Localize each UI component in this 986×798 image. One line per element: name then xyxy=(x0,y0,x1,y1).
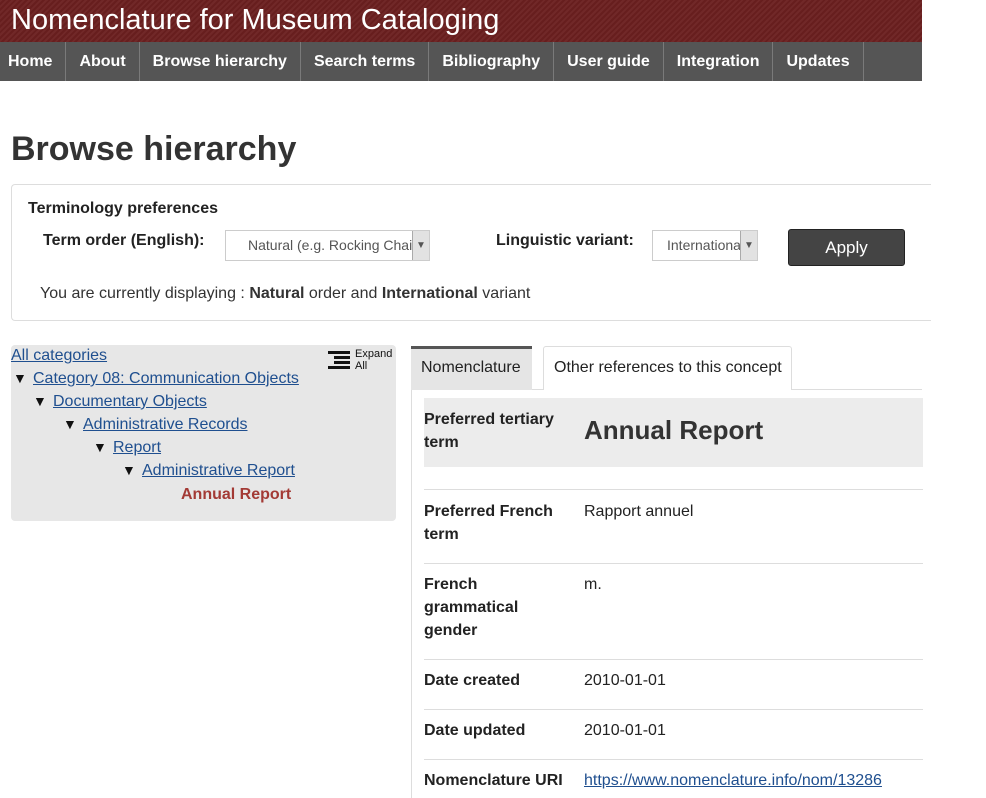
all-categories-link[interactable]: All categories xyxy=(11,347,107,364)
triangle-down-icon[interactable]: ▼ xyxy=(122,462,142,478)
expand-all-label: Expand All xyxy=(355,348,393,372)
nav-about[interactable]: About xyxy=(66,42,140,81)
detail-value: Rapport annuel xyxy=(584,503,694,520)
detail-row-preferred-french-term: Preferred French term Rapport annuel xyxy=(424,500,923,552)
detail-key: Preferred tertiary term xyxy=(424,411,554,451)
tab-nomenclature[interactable]: Nomenclature xyxy=(411,346,532,390)
apply-button[interactable]: Apply xyxy=(788,229,905,266)
detail-row-date-updated: Date updated 2010-01-01 xyxy=(424,719,923,749)
linguistic-variant-value: International xyxy=(667,237,742,253)
row-divider xyxy=(424,759,923,760)
chevron-down-icon: ▼ xyxy=(412,231,429,260)
site-banner: Nomenclature for Museum Cataloging xyxy=(0,0,922,42)
tab-other-references[interactable]: Other references to this concept xyxy=(543,346,792,390)
status-middle: order and xyxy=(304,285,382,302)
preferences-heading: Terminology preferences xyxy=(28,200,218,217)
triangle-down-icon[interactable]: ▼ xyxy=(13,370,33,386)
term-details-panel: Preferred tertiary term Annual Report Pr… xyxy=(411,390,923,798)
detail-row-french-grammatical-gender: French grammatical gender m. xyxy=(424,573,923,648)
status-variant: International xyxy=(381,285,478,302)
detail-value-term-name: Annual Report xyxy=(584,415,764,445)
expand-all-button[interactable]: Expand All xyxy=(328,348,398,372)
main-nav: Home About Browse hierarchy Search terms… xyxy=(0,42,922,81)
detail-key: Date updated xyxy=(424,722,526,739)
triangle-down-icon[interactable]: ▼ xyxy=(93,439,113,455)
site-title[interactable]: Nomenclature for Museum Cataloging xyxy=(11,4,499,37)
hierarchy-tree: Expand All All categories ▼ Category 08: C… xyxy=(11,345,396,521)
administrative-records-link[interactable]: Administrative Records xyxy=(83,416,248,433)
detail-key: Date created xyxy=(424,672,521,689)
list-expand-icon xyxy=(328,351,350,369)
documentary-objects-link[interactable]: Documentary Objects xyxy=(53,393,207,410)
status-order: Natural xyxy=(249,285,305,302)
detail-key: French grammatical gender xyxy=(424,576,519,639)
detail-row-nomenclature-uri: Nomenclature URI https://www.nomenclatur… xyxy=(424,769,923,797)
nav-updates[interactable]: Updates xyxy=(773,42,864,81)
category-link[interactable]: Category 08: Communication Objects xyxy=(33,370,299,387)
detail-key: Preferred French term xyxy=(424,503,553,543)
status-suffix: variant xyxy=(477,285,531,302)
chevron-down-icon: ▼ xyxy=(740,231,757,260)
tree-item-administrative-report: ▼ Administrative Report xyxy=(122,462,295,480)
triangle-down-icon[interactable]: ▼ xyxy=(63,416,83,432)
term-order-value: Natural (e.g. Rocking Chair) xyxy=(248,237,413,253)
detail-value: m. xyxy=(584,576,602,593)
terminology-preferences-panel: Terminology preferences Term order (Engl… xyxy=(11,184,931,321)
triangle-down-icon[interactable]: ▼ xyxy=(33,393,53,409)
detail-row-preferred-tertiary-term: Preferred tertiary term Annual Report xyxy=(424,398,923,467)
row-divider xyxy=(424,563,923,564)
row-divider xyxy=(424,709,923,710)
tree-item-documentary-objects: ▼ Documentary Objects xyxy=(33,393,207,411)
administrative-report-link[interactable]: Administrative Report xyxy=(142,462,295,479)
row-divider xyxy=(424,659,923,660)
tree-item-administrative-records: ▼ Administrative Records xyxy=(63,416,248,434)
detail-value: 2010-01-01 xyxy=(584,722,666,739)
linguistic-variant-label: Linguistic variant: xyxy=(496,232,634,249)
term-order-label: Term order (English): xyxy=(43,232,205,249)
detail-value: 2010-01-01 xyxy=(584,672,666,689)
detail-row-date-created: Date created 2010-01-01 xyxy=(424,669,923,699)
report-link[interactable]: Report xyxy=(113,439,161,456)
tree-item-category: ▼ Category 08: Communication Objects xyxy=(13,370,299,388)
nav-integration[interactable]: Integration xyxy=(664,42,774,81)
nomenclature-uri-link[interactable]: https://www.nomenclature.info/nom/13286 xyxy=(584,769,882,792)
nav-bibliography[interactable]: Bibliography xyxy=(429,42,555,81)
page-title: Browse hierarchy xyxy=(11,130,297,168)
tree-item-report: ▼ Report xyxy=(93,439,161,457)
status-prefix: You are currently displaying : xyxy=(40,285,250,302)
tree-item-all-categories: All categories xyxy=(11,347,107,365)
linguistic-variant-select[interactable]: International ▼ xyxy=(652,230,758,261)
term-order-select[interactable]: Natural (e.g. Rocking Chair) ▼ xyxy=(225,230,430,261)
detail-key: Nomenclature URI xyxy=(424,772,563,789)
current-term: Annual Report xyxy=(181,486,292,503)
nav-search-terms[interactable]: Search terms xyxy=(301,42,430,81)
nav-browse-hierarchy[interactable]: Browse hierarchy xyxy=(140,42,301,81)
display-status: You are currently displaying : Natural o… xyxy=(40,285,530,303)
nav-user-guide[interactable]: User guide xyxy=(554,42,664,81)
nav-home[interactable]: Home xyxy=(0,42,67,81)
row-divider xyxy=(424,489,923,490)
